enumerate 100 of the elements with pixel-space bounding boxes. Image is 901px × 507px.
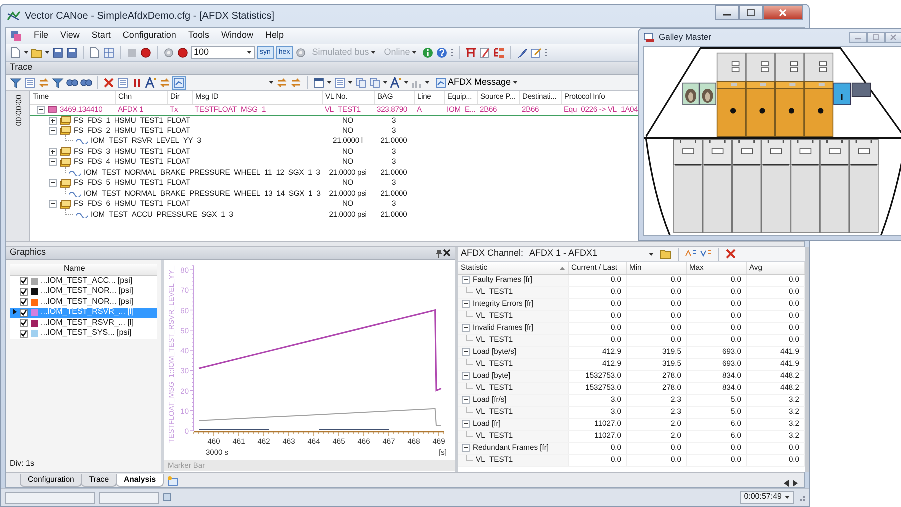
scroll-left-icon[interactable] (784, 480, 789, 487)
grip-icon (450, 46, 454, 58)
signal-name: ...IOM_TEST_RSVR_... [l] (41, 308, 134, 318)
collapse-icon[interactable] (462, 396, 470, 404)
status-icon[interactable] (163, 493, 172, 502)
collapse-icon[interactable] (462, 420, 470, 428)
elapsed-time[interactable]: 0:00:57:49 (740, 491, 794, 504)
caret-icon[interactable] (425, 81, 430, 84)
signal-row[interactable]: ...IOM_TEST_ACC... [psi] (10, 276, 157, 286)
minimize-button[interactable] (715, 5, 739, 20)
signal-row[interactable]: ...IOM_TEST_SYS... [psi] (10, 328, 157, 339)
menu-item[interactable]: Help (265, 31, 284, 41)
menu-item[interactable]: Start (92, 31, 111, 41)
menu-item[interactable]: Configuration (122, 31, 176, 41)
app-menu-icon[interactable] (10, 30, 22, 42)
brush-icon[interactable] (516, 46, 528, 58)
signal-wave-icon (69, 190, 81, 197)
menu-item[interactable]: Tools (188, 31, 210, 41)
font-icon[interactable] (145, 76, 157, 88)
collapse-icon[interactable] (462, 372, 470, 380)
list-icon[interactable] (24, 76, 36, 88)
frame-icon (60, 178, 71, 188)
grid-icon[interactable] (103, 46, 115, 58)
caret-icon[interactable] (247, 51, 252, 54)
caret-icon[interactable] (404, 81, 409, 84)
menu-item[interactable]: View (60, 31, 80, 41)
list-icon[interactable] (117, 76, 129, 88)
frame-icon (60, 126, 71, 136)
menu-item[interactable]: Window (221, 31, 254, 41)
save-icon[interactable] (52, 46, 64, 58)
signal-wave-icon (76, 212, 88, 218)
save-all-icon[interactable] (66, 46, 78, 58)
app-logo-icon (7, 11, 21, 21)
signal-row[interactable]: ...IOM_TEST_NOR... [psi] (10, 286, 157, 297)
channel-combo[interactable]: AFDX 1 - AFDX1 (526, 248, 657, 260)
maximize-button[interactable] (739, 5, 763, 20)
checkbox[interactable] (20, 319, 28, 328)
checkbox[interactable] (20, 288, 28, 296)
signal-wave-icon (69, 170, 81, 176)
dropdown-button[interactable]: AFDX Message (432, 76, 522, 90)
caret-icon[interactable] (513, 81, 518, 84)
frame-icon (60, 147, 71, 156)
grip-icon (544, 46, 548, 58)
pin-icon[interactable] (435, 248, 443, 258)
caret-icon[interactable] (24, 51, 29, 54)
close-icon (890, 34, 898, 41)
expand-icon[interactable] (49, 116, 57, 124)
record-icon[interactable] (140, 46, 152, 58)
font-icon[interactable] (390, 76, 402, 88)
collapse-icon[interactable] (462, 324, 470, 332)
checkbox[interactable] (20, 277, 28, 286)
document-icon[interactable] (89, 46, 101, 58)
time-marker: 00:00:00 (13, 95, 22, 126)
record-icon[interactable] (177, 46, 189, 58)
menu-item[interactable]: File (34, 31, 49, 41)
zoom-combo[interactable]: 100 (191, 46, 255, 59)
checkbox[interactable] (20, 298, 28, 306)
collapse-icon[interactable] (462, 276, 470, 284)
caret-icon[interactable] (45, 51, 50, 54)
frame-icon (60, 200, 71, 209)
checkbox[interactable] (20, 330, 28, 338)
close-icon[interactable] (443, 249, 451, 257)
sort-icon (560, 267, 564, 270)
collapse-icon[interactable] (49, 200, 57, 208)
division-label: Div: 1s (9, 460, 36, 470)
collapse-icon[interactable] (49, 179, 57, 188)
column-header[interactable]: Name (64, 265, 86, 274)
collapse-icon[interactable] (462, 444, 470, 452)
caret-icon[interactable] (648, 252, 654, 256)
document-tool-icon[interactable] (479, 46, 492, 58)
pause-icon[interactable] (131, 76, 143, 88)
close-button[interactable] (763, 5, 803, 20)
signal-row[interactable]: ...IOM_TEST_RSVR_... [l] (10, 318, 157, 328)
info-icon[interactable] (422, 46, 434, 58)
gear-icon[interactable] (295, 46, 308, 58)
collapse-icon[interactable] (462, 348, 470, 356)
signal-name: ...IOM_TEST_NOR... [psi] (41, 287, 134, 296)
caret-icon[interactable] (383, 81, 388, 84)
caret-icon[interactable] (785, 496, 790, 499)
collapse-icon[interactable] (49, 158, 57, 166)
caret-icon[interactable] (327, 81, 332, 84)
tree-icon[interactable] (493, 46, 506, 58)
caret-icon[interactable] (269, 81, 274, 84)
message-icon (48, 106, 57, 113)
window-title: Galley Master (659, 32, 712, 42)
collapse-icon[interactable] (462, 300, 470, 308)
help-icon[interactable] (436, 46, 448, 58)
delete-icon[interactable] (103, 76, 115, 88)
new-document-icon[interactable] (10, 46, 22, 58)
delete-icon[interactable] (724, 248, 737, 260)
caret-icon[interactable] (348, 81, 353, 84)
signal-row[interactable]: ...IOM_TEST_NOR... [psi] (10, 297, 157, 308)
collapse-icon[interactable] (49, 126, 57, 135)
new-window-icon[interactable] (167, 476, 180, 487)
detail-icon[interactable] (173, 76, 185, 88)
message-icon (435, 77, 446, 88)
scroll-right-icon[interactable] (793, 480, 798, 487)
expand-icon[interactable] (49, 148, 57, 156)
checkbox[interactable] (20, 308, 28, 317)
collapse-icon[interactable] (37, 106, 45, 114)
